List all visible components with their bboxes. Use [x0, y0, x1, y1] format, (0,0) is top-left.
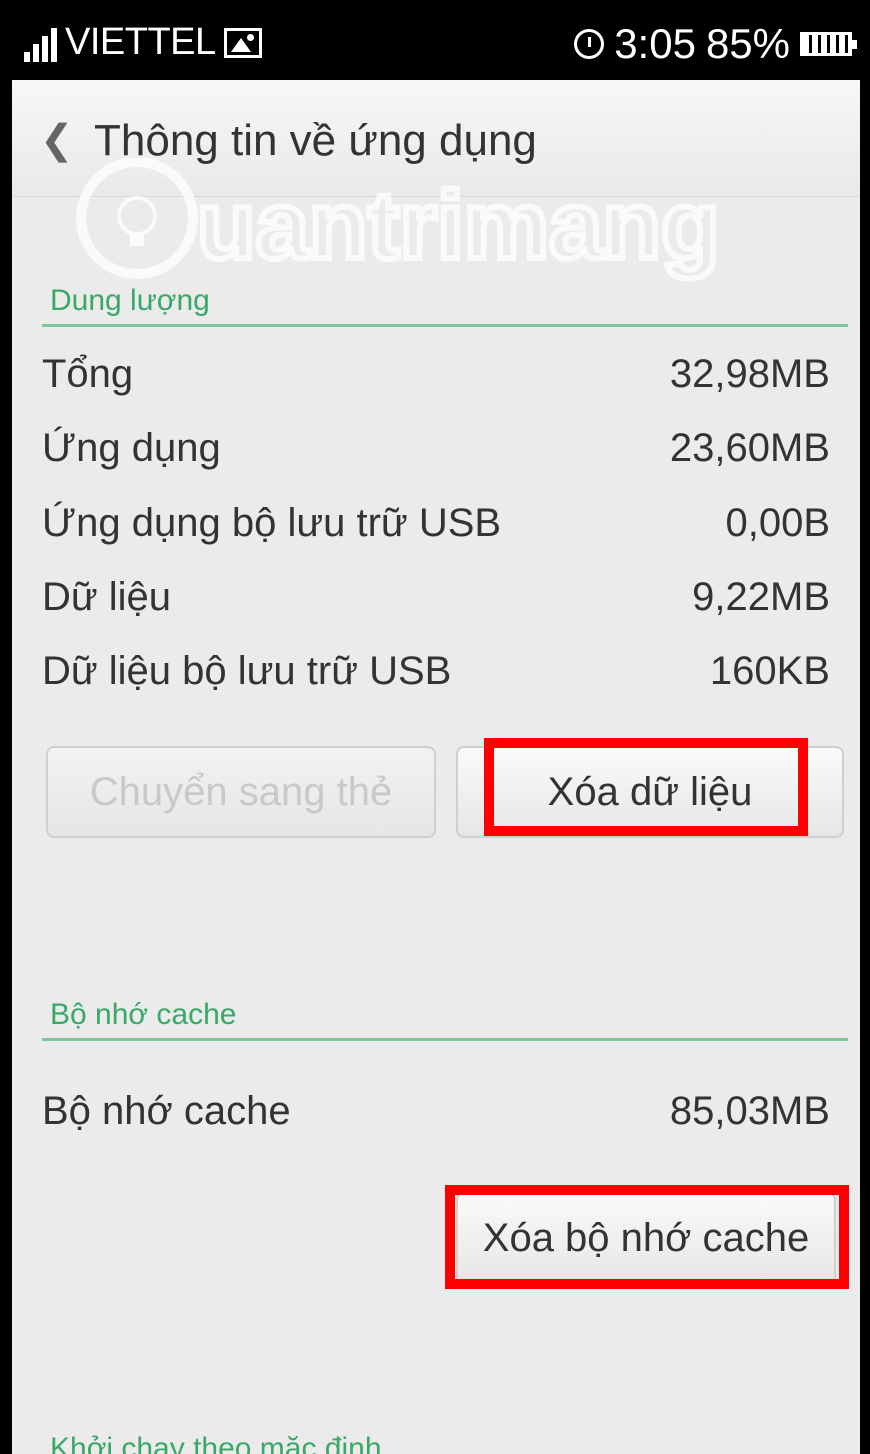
image-notification-icon	[223, 28, 262, 58]
row-value: 9,22MB	[692, 574, 830, 619]
storage-row-data-usb: Dữ liệu bộ lưu trữ USB 160KB	[42, 641, 830, 701]
row-value: 0,00B	[725, 500, 830, 545]
section-divider	[42, 324, 848, 327]
watermark-text: uantrimang	[197, 172, 720, 279]
row-label: Dữ liệu bộ lưu trữ USB	[42, 648, 452, 693]
storage-row-total: Tổng 32,98MB	[42, 344, 830, 404]
row-label: Dữ liệu	[42, 574, 172, 619]
signal-icon	[24, 28, 57, 62]
battery-icon	[800, 32, 857, 56]
battery-percent: 85%	[705, 20, 790, 67]
storage-row-app: Ứng dụng 23,60MB	[42, 418, 830, 478]
row-label: Bộ nhớ cache	[42, 1088, 291, 1133]
storage-row-app-usb: Ứng dụng bộ lưu trữ USB 0,00B	[42, 493, 830, 553]
row-label: Tổng	[42, 351, 134, 396]
status-bar: VIETTEL 3:05 85%	[12, 8, 860, 80]
section-label-cache: Bộ nhớ cache	[50, 998, 237, 1031]
cache-row: Bộ nhớ cache 85,03MB	[42, 1081, 830, 1141]
row-value: 85,03MB	[669, 1088, 830, 1133]
row-value: 23,60MB	[669, 425, 830, 470]
alarm-icon	[574, 29, 605, 59]
app-screen: VIETTEL 3:05 85% ❮ Thông tin về ứng dụng…	[12, 8, 860, 1454]
move-to-sd-button[interactable]: Chuyển sang thẻ	[46, 746, 436, 838]
section-label-storage: Dung lượng	[50, 284, 210, 317]
section-divider	[42, 1038, 848, 1041]
clear-cache-button[interactable]: Xóa bộ nhớ cache	[456, 1192, 836, 1284]
watermark-logo: uantrimang	[76, 158, 723, 282]
row-label: Ứng dụng bộ lưu trữ USB	[42, 500, 502, 545]
storage-row-data: Dữ liệu 9,22MB	[42, 567, 830, 627]
row-value: 32,98MB	[669, 351, 830, 396]
back-chevron-icon[interactable]: ❮	[40, 120, 74, 160]
row-value: 160KB	[709, 648, 830, 693]
carrier-name: VIETTEL	[65, 21, 216, 63]
status-time: 3:05	[614, 20, 696, 67]
clear-data-button[interactable]: Xóa dữ liệu	[456, 746, 844, 838]
row-label: Ứng dụng	[42, 425, 221, 470]
section-label-launch: Khởi chạy theo mặc định	[50, 1432, 382, 1454]
